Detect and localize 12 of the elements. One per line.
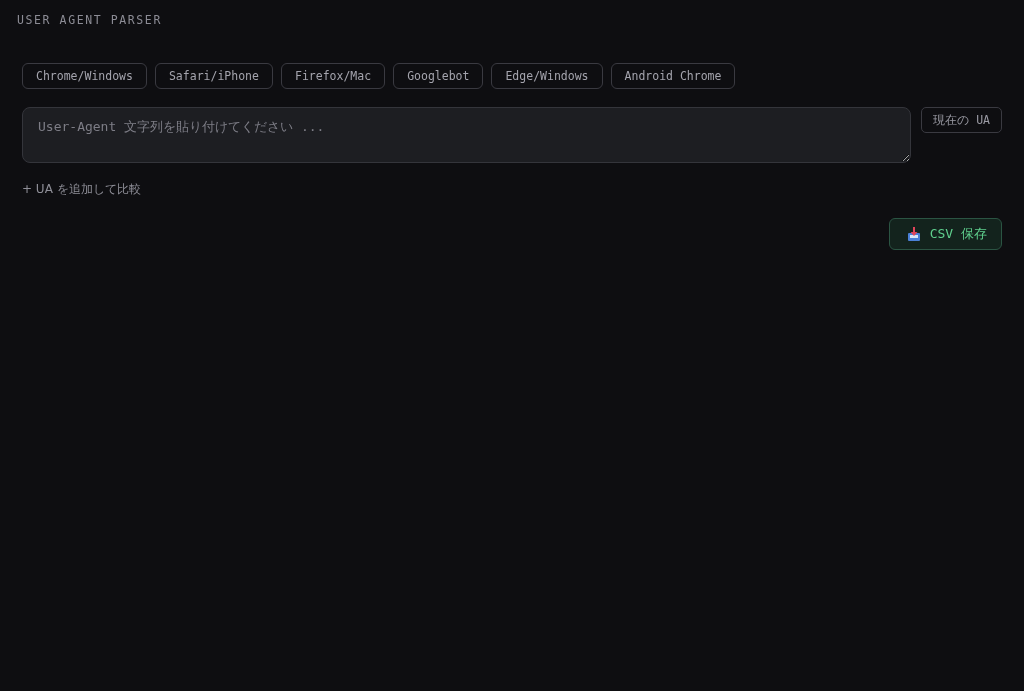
app-title: USER AGENT PARSER bbox=[17, 12, 163, 28]
preset-button[interactable]: Android Chrome bbox=[610, 63, 736, 89]
user-agent-input-field[interactable]: User-Agent 文字列を貼り付けてください ... bbox=[22, 107, 912, 163]
preset-button[interactable]: Edge/Windows bbox=[491, 63, 603, 89]
current-ua-button[interactable]: 現在の UA bbox=[921, 107, 1002, 133]
add-ua-link[interactable]: + UA を追加して比較 bbox=[22, 181, 141, 197]
csv-save-button[interactable]: CSV 保存 bbox=[888, 218, 1002, 250]
preset-button[interactable]: Safari/iPhone bbox=[154, 63, 273, 89]
inbox-tray-icon bbox=[906, 227, 921, 241]
preset-button[interactable]: Googlebot bbox=[393, 63, 484, 89]
preset-button[interactable]: Firefox/Mac bbox=[280, 63, 386, 89]
preset-button[interactable]: Chrome/Windows bbox=[22, 63, 147, 89]
